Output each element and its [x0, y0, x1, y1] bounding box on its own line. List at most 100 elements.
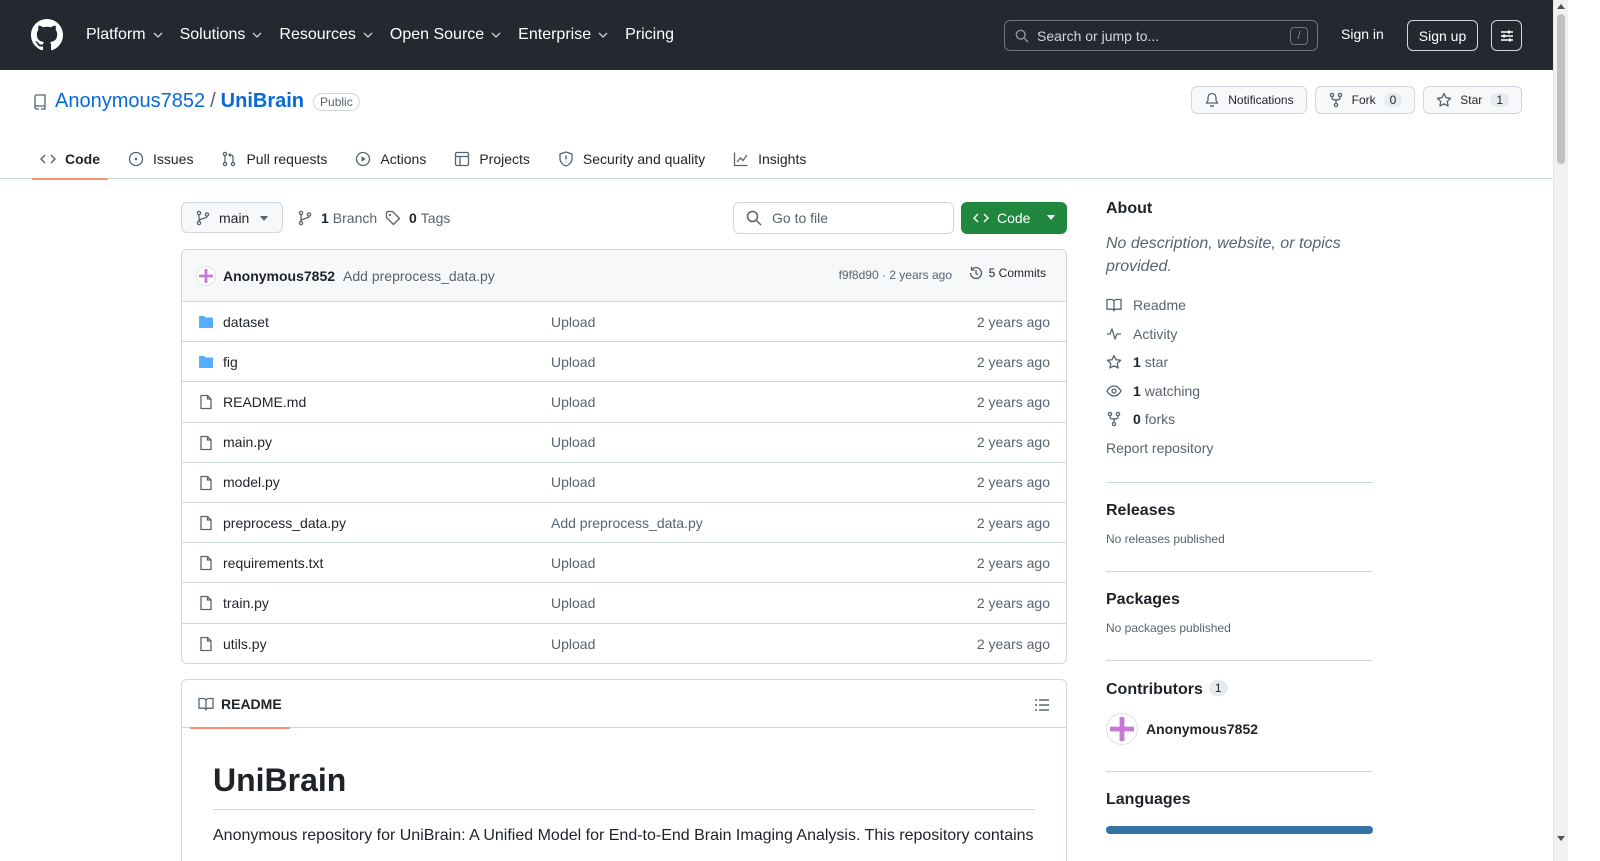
file-name-link[interactable]: utils.py: [223, 636, 267, 652]
nav-open-source[interactable]: Open Source: [390, 26, 502, 44]
file-row[interactable]: train.py Upload 2 years ago: [182, 583, 1066, 624]
file-commit-message[interactable]: Upload: [551, 636, 595, 652]
file-name-link[interactable]: requirements.txt: [223, 555, 323, 571]
branches-link[interactable]: 1 Branch: [297, 202, 377, 233]
commit-message-link[interactable]: Add preprocess_data.py: [343, 268, 495, 284]
repo-owner-link[interactable]: Anonymous7852: [55, 90, 205, 113]
nav-enterprise[interactable]: Enterprise: [518, 26, 609, 44]
star-button[interactable]: Star 1: [1423, 86, 1522, 114]
file-date: 2 years ago: [976, 434, 1050, 451]
caret-down-icon: [260, 216, 268, 221]
tab-projects-label: Projects: [479, 151, 530, 167]
fork-label: Fork: [1351, 93, 1376, 107]
file-date: 2 years ago: [976, 353, 1050, 370]
scroll-down-arrow-icon[interactable]: [1557, 836, 1565, 841]
fork-button[interactable]: Fork 0: [1314, 86, 1416, 114]
forks-link[interactable]: 0 forks: [1106, 405, 1373, 434]
file-row[interactable]: preprocess_data.py Add preprocess_data.p…: [182, 503, 1066, 544]
packages-heading[interactable]: Packages: [1106, 591, 1373, 609]
nav-platform[interactable]: Platform: [86, 26, 164, 44]
tab-insights[interactable]: Insights: [725, 139, 814, 179]
forks-label: forks: [1144, 411, 1176, 428]
star-icon: [1437, 92, 1452, 107]
file-row[interactable]: fig Upload 2 years ago: [182, 342, 1066, 383]
file-commit-message[interactable]: Upload: [551, 474, 595, 490]
sign-in-link[interactable]: Sign in: [1341, 26, 1384, 42]
list-icon[interactable]: [1034, 697, 1050, 713]
file-date: 2 years ago: [976, 594, 1050, 611]
file-row[interactable]: README.md Upload 2 years ago: [182, 382, 1066, 423]
watching-count: 1: [1133, 382, 1141, 399]
repo-name-link[interactable]: UniBrain: [221, 90, 304, 113]
file-name-link[interactable]: model.py: [223, 474, 280, 490]
play-icon: [356, 151, 371, 167]
go-to-file-input[interactable]: Go to file: [733, 202, 954, 234]
file-commit-message[interactable]: Add preprocess_data.py: [551, 515, 703, 531]
watching-link[interactable]: 1 watching: [1106, 377, 1373, 406]
menu-button[interactable]: [1491, 20, 1522, 51]
file-row[interactable]: utils.py Upload 2 years ago: [182, 624, 1066, 664]
folder-icon: [199, 316, 213, 328]
file-date: 2 years ago: [976, 635, 1050, 652]
tab-projects[interactable]: Projects: [446, 139, 538, 179]
scrollbar-thumb[interactable]: [1557, 14, 1565, 164]
tab-issues[interactable]: Issues: [120, 139, 201, 179]
file-date: 2 years ago: [976, 554, 1050, 571]
stars-link[interactable]: 1 star: [1106, 348, 1373, 377]
star-icon: [1106, 355, 1122, 369]
file-name-link[interactable]: train.py: [223, 595, 269, 611]
repo-icon: [34, 93, 46, 110]
contributors-heading[interactable]: Contributors: [1106, 681, 1203, 698]
contributor-item[interactable]: Anonymous7852: [1106, 713, 1373, 745]
tab-code[interactable]: Code: [32, 139, 108, 180]
commit-author-link[interactable]: Anonymous7852: [223, 268, 335, 284]
scroll-up-arrow-icon[interactable]: [1557, 4, 1565, 9]
file-name-link[interactable]: README.md: [223, 394, 306, 410]
commits-link[interactable]: 5 Commits: [968, 265, 1046, 281]
notifications-button[interactable]: Notifications: [1191, 86, 1307, 114]
avatar[interactable]: [1106, 713, 1138, 745]
file-commit-message[interactable]: Upload: [551, 434, 595, 450]
tab-actions-label: Actions: [380, 151, 427, 167]
code-button[interactable]: Code: [961, 202, 1067, 234]
tags-link[interactable]: 0 Tags: [385, 202, 450, 233]
global-search-input[interactable]: Search or jump to... /: [1004, 20, 1318, 51]
file-name-link[interactable]: dataset: [223, 314, 269, 330]
contributor-name[interactable]: Anonymous7852: [1146, 721, 1258, 737]
file-row[interactable]: main.py Upload 2 years ago: [182, 423, 1066, 463]
file-commit-message[interactable]: Upload: [551, 595, 595, 611]
file-commit-message[interactable]: Upload: [551, 314, 595, 330]
file-list: Anonymous7852 Add preprocess_data.py f9f…: [181, 249, 1067, 664]
nav-solutions[interactable]: Solutions: [180, 26, 264, 44]
branch-selector[interactable]: main: [181, 202, 283, 233]
repo-actions: Notifications Fork 0 Star 1: [1183, 86, 1522, 114]
about-description: No description, website, or topics provi…: [1106, 235, 1341, 275]
github-logo-icon[interactable]: [31, 19, 63, 51]
file-commit-message[interactable]: Upload: [551, 354, 595, 370]
file-name-link[interactable]: main.py: [223, 434, 272, 450]
readme-link[interactable]: Readme: [1106, 291, 1373, 320]
avatar[interactable]: [196, 265, 216, 286]
file-row[interactable]: requirements.txt Upload 2 years ago: [182, 543, 1066, 584]
file-row[interactable]: model.py Upload 2 years ago: [182, 463, 1066, 503]
page-scrollbar[interactable]: [1553, 0, 1568, 861]
tab-pull-requests[interactable]: Pull requests: [213, 139, 335, 179]
file-row[interactable]: dataset Upload 2 years ago: [182, 302, 1066, 343]
file-commit-message[interactable]: Upload: [551, 555, 595, 571]
sign-up-button[interactable]: Sign up: [1407, 20, 1478, 51]
nav-pricing[interactable]: Pricing: [625, 26, 674, 44]
releases-heading[interactable]: Releases: [1106, 502, 1373, 520]
file-name-link[interactable]: fig: [223, 354, 238, 370]
activity-link[interactable]: Activity: [1106, 320, 1373, 349]
nav-open-source-label: Open Source: [389, 26, 485, 43]
readme-tab[interactable]: README: [190, 680, 290, 729]
tab-actions[interactable]: Actions: [347, 139, 434, 179]
file-name-link[interactable]: preprocess_data.py: [223, 515, 346, 531]
tab-pull-requests-label: Pull requests: [246, 151, 328, 167]
tab-security[interactable]: Security and quality: [550, 139, 713, 179]
nav-resources[interactable]: Resources: [279, 26, 373, 44]
report-repository-link[interactable]: Report repository: [1106, 434, 1373, 463]
commit-hash-time[interactable]: f9f8d90 · 2 years ago: [839, 268, 952, 282]
file-commit-message[interactable]: Upload: [551, 394, 595, 410]
readme-title: UniBrain: [213, 762, 1035, 810]
